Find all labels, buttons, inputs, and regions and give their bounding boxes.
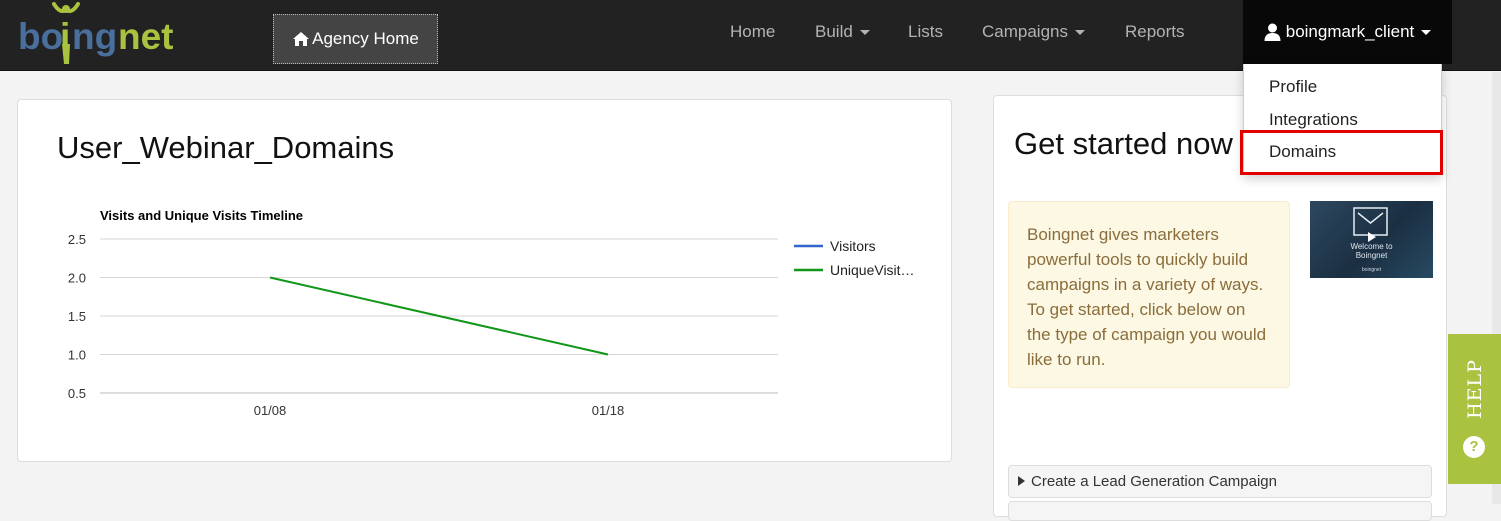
- caret-down-icon: [1075, 30, 1085, 36]
- y-tick-label: 2.5: [68, 232, 86, 247]
- user-name-label: boingmark_client: [1285, 22, 1415, 41]
- triangle-right-icon: [1018, 476, 1025, 486]
- nav-build[interactable]: Build: [815, 0, 870, 64]
- top-navbar: bo i ng net Agency Home Home Build Lists…: [0, 0, 1501, 71]
- help-tab[interactable]: HELP ?: [1448, 334, 1501, 484]
- menu-item-profile[interactable]: Profile: [1269, 77, 1317, 97]
- video-caption: Welcome to Boingnet: [1310, 242, 1433, 260]
- x-tick-label: 01/08: [254, 403, 287, 418]
- chart-title: Visits and Unique Visits Timeline: [100, 208, 303, 223]
- lead-generation-accordion[interactable]: Create a Lead Generation Campaign: [1008, 465, 1432, 498]
- video-caption-line2: Boingnet: [1355, 251, 1388, 260]
- menu-item-integrations[interactable]: Integrations: [1269, 110, 1358, 130]
- y-tick-label: 0.5: [68, 386, 86, 401]
- caret-down-icon: [859, 30, 870, 36]
- nav-lists[interactable]: Lists: [908, 0, 943, 64]
- nav-reports-label: Reports: [1125, 22, 1185, 41]
- nav-home-label: Home: [730, 22, 776, 41]
- y-tick-label: 2.0: [68, 271, 86, 286]
- nav-reports[interactable]: Reports: [1125, 0, 1185, 64]
- nav-campaigns[interactable]: Campaigns: [982, 0, 1085, 64]
- boingnet-logo[interactable]: bo i ng net: [16, 0, 191, 66]
- help-question-icon: ?: [1463, 436, 1485, 458]
- caret-down-icon: [1421, 29, 1432, 35]
- intro-info-box: Boingnet gives marketers powerful tools …: [1008, 201, 1290, 388]
- nav-build-label: Build: [815, 22, 853, 41]
- x-tick-label: 01/18: [592, 403, 625, 418]
- welcome-video-thumbnail[interactable]: Welcome to Boingnet boingnet: [1310, 201, 1433, 278]
- y-tick-label: 1.0: [68, 348, 86, 363]
- legend-label: UniqueVisit…: [830, 262, 915, 278]
- svg-text:bo: bo: [18, 16, 63, 57]
- svg-text:i: i: [60, 16, 70, 57]
- visits-timeline-chart: Visits and Unique Visits Timeline 2.5 2.0 1…: [68, 208, 915, 418]
- nav-lists-label: Lists: [908, 22, 943, 41]
- svg-text:ng: ng: [72, 16, 117, 57]
- user-dropdown-menu: Profile Integrations Domains: [1243, 64, 1442, 175]
- video-caption-line1: Welcome to: [1350, 242, 1393, 251]
- nav-home[interactable]: Home: [730, 0, 775, 64]
- help-label: HELP: [1463, 359, 1486, 419]
- accordion-item[interactable]: [1008, 501, 1432, 521]
- domain-stats-panel: User_Webinar_Domains Visits and Unique V…: [17, 99, 952, 462]
- nav-campaigns-label: Campaigns: [982, 22, 1068, 41]
- user-menu-toggle[interactable]: boingmark_client: [1243, 0, 1452, 64]
- video-brand: boingnet: [1361, 267, 1382, 273]
- get-started-heading: Get started now: [1014, 126, 1233, 161]
- accordion-label: Create a Lead Generation Campaign: [1031, 473, 1277, 490]
- agency-home-button[interactable]: Agency Home: [273, 14, 438, 64]
- y-tick-label: 1.5: [68, 309, 86, 324]
- legend-label: Visitors: [830, 238, 876, 254]
- agency-home-label: Agency Home: [312, 29, 419, 48]
- user-icon: [1264, 23, 1281, 41]
- svg-text:net: net: [118, 16, 174, 57]
- menu-item-domains[interactable]: Domains: [1269, 142, 1336, 162]
- home-icon: [293, 32, 310, 46]
